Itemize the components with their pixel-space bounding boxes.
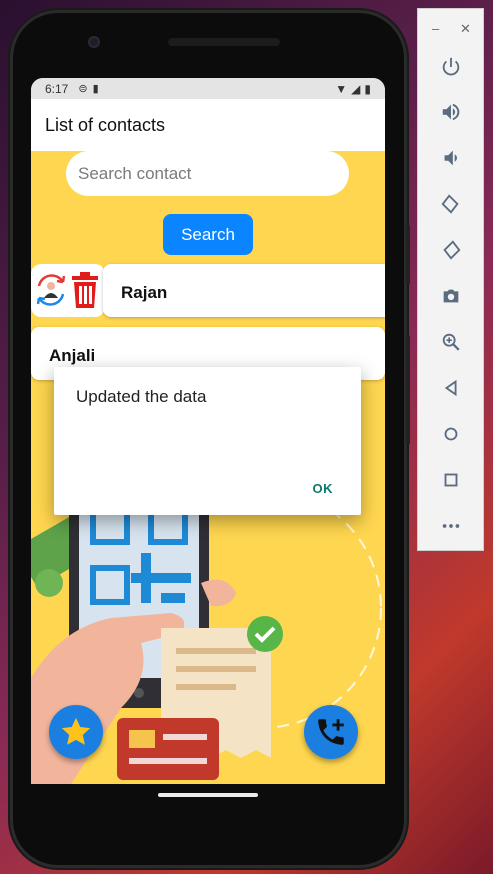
more-icon[interactable]: [436, 511, 466, 541]
dialog-message: Updated the data: [76, 387, 207, 406]
power-icon[interactable]: [436, 52, 466, 82]
front-camera: [88, 36, 100, 48]
back-icon[interactable]: [436, 373, 466, 403]
minimize-icon[interactable]: –: [432, 21, 439, 36]
dialog-ok-button[interactable]: OK: [307, 480, 340, 497]
power-side-button[interactable]: [406, 225, 410, 285]
rotate-right-icon[interactable]: [436, 235, 466, 265]
emulator-toolbar: – ✕: [417, 8, 484, 551]
gesture-nav-handle[interactable]: [158, 793, 258, 797]
volume-up-icon[interactable]: [436, 97, 466, 127]
camera-icon[interactable]: [436, 281, 466, 311]
overview-icon[interactable]: [436, 465, 466, 495]
update-dialog: Updated the data OK: [54, 367, 361, 515]
zoom-icon[interactable]: [436, 327, 466, 357]
rotate-left-icon[interactable]: [436, 189, 466, 219]
earpiece-speaker: [168, 38, 280, 46]
volume-side-button[interactable]: [406, 335, 410, 445]
volume-down-icon[interactable]: [436, 143, 466, 173]
close-icon[interactable]: ✕: [460, 21, 471, 37]
app-screen: 6:17 ⊜ ▮ ▼ ◢ ▮ List of contacts Search R…: [31, 78, 385, 784]
home-icon[interactable]: [436, 419, 466, 449]
